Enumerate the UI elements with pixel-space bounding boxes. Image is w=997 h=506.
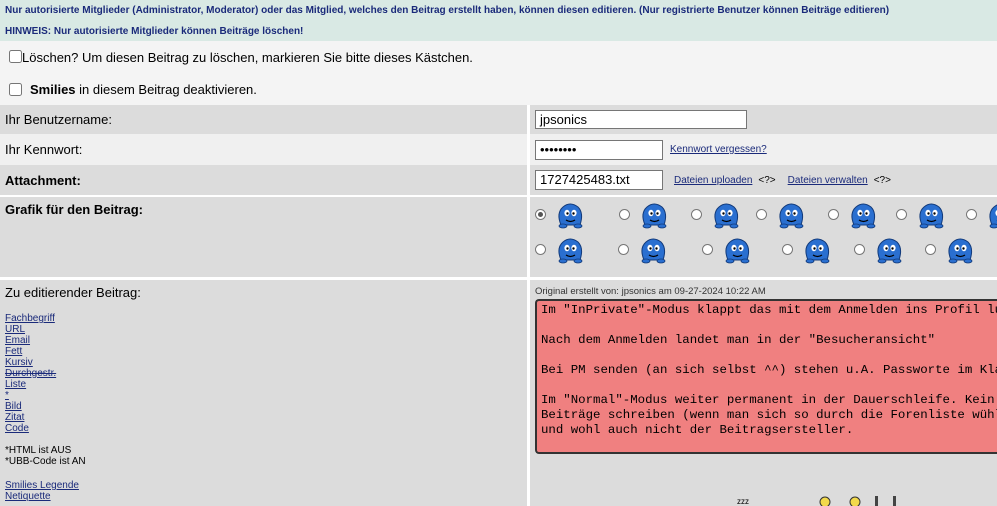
post-line-1: Im "InPrivate"-Modus klappt das mit dem …: [541, 303, 997, 317]
attachment-input[interactable]: 1727425483.txt: [535, 170, 663, 190]
post-icon-radio-3[interactable]: [691, 209, 702, 220]
smiley-icon-7: [989, 204, 997, 229]
username-row: Ihr Benutzername: jpsonics: [0, 105, 997, 134]
post-icon-radio-6[interactable]: [896, 209, 907, 220]
post-icon-radio-4[interactable]: [756, 209, 767, 220]
username-input[interactable]: jpsonics: [535, 110, 747, 129]
post-icon-radio-7[interactable]: [966, 209, 977, 220]
password-row: Ihr Kennwort: •••••••• Kennwort vergesse…: [0, 134, 997, 165]
smilies-label-bold: Smilies: [30, 82, 76, 97]
smiley-icon-12: [877, 238, 902, 264]
post-paragraph-2: Nach dem Anmelden landet man in der "Bes…: [541, 333, 997, 348]
post-line-2: Nach dem Anmelden landet man in der "Bes…: [541, 333, 936, 347]
ubb-link-2[interactable]: URL: [5, 324, 527, 335]
attachment-row: Attachment: 1727425483.txt Dateien uploa…: [0, 165, 997, 195]
post-icon-radio-2[interactable]: [619, 209, 630, 220]
smilies-row: Smilies in diesem Beitrag deaktivieren.: [0, 74, 997, 105]
password-label: Ihr Kennwort:: [5, 142, 83, 157]
username-label: Ihr Benutzername:: [5, 112, 112, 127]
post-line-5: Beiträge schreiben (wenn man sich so dur…: [541, 408, 997, 422]
ubb-link-10[interactable]: Zitat: [5, 412, 527, 423]
smilies-label-rest: in diesem Beitrag deaktivieren.: [75, 82, 257, 97]
post-icon-radio-13[interactable]: [925, 244, 936, 255]
delete-checkbox[interactable]: [9, 50, 22, 63]
password-input[interactable]: ••••••••: [535, 139, 663, 160]
ubb-link-4[interactable]: Fett: [5, 346, 527, 357]
disable-smilies-checkbox[interactable]: [9, 83, 22, 96]
post-paragraph-4: Im "Normal"-Modus weiter permanent in de…: [541, 393, 997, 438]
svg-text:zzz: zzz: [737, 497, 749, 506]
manage-help[interactable]: <?>: [874, 175, 891, 186]
notice-line-edit-rights: Nur autorisierte Mitglieder (Administrat…: [5, 5, 890, 16]
post-icon-radio-11[interactable]: [782, 244, 793, 255]
post-icon-radio-5[interactable]: [828, 209, 839, 220]
html-status: *HTML ist AUS: [5, 445, 72, 456]
post-line-4: Im "Normal"-Modus weiter permanent in de…: [541, 393, 995, 407]
ubb-code-links: Fachbegriff URL Email Fett Kursiv Durchgestr.…: [5, 313, 527, 434]
ubb-link-8[interactable]: *: [5, 390, 527, 401]
delete-row: Löschen? Um diesen Beitrag zu löschen, m…: [0, 41, 997, 74]
forgot-password-link[interactable]: Kennwort vergessen?: [670, 144, 767, 155]
ubb-link-5[interactable]: Kursiv: [5, 357, 527, 368]
smiley-icon-8: [558, 238, 583, 264]
post-paragraph-1: Im "InPrivate"-Modus klappt das mit dem …: [541, 303, 997, 318]
smiley-icon-3: [714, 203, 739, 229]
post-icon-radio-8[interactable]: [535, 244, 546, 255]
post-paragraph-3: Bei PM senden (an sich selbst ^^) stehen…: [541, 363, 997, 378]
post-icon-radio-12[interactable]: [854, 244, 865, 255]
post-line-6: und wohl auch nicht der Beitragserstelle…: [541, 423, 854, 437]
netiquette-link[interactable]: Netiquette: [5, 491, 527, 502]
original-author-info: Original erstellt von: jpsonics am 09-27…: [535, 286, 766, 297]
notice-box: Nur autorisierte Mitglieder (Administrat…: [0, 0, 997, 41]
ubb-link-3[interactable]: Email: [5, 335, 527, 346]
edit-label: Zu editierender Beitrag:: [5, 285, 141, 300]
attachment-label: Attachment:: [5, 172, 81, 188]
smiley-icon-5: [851, 203, 876, 229]
delete-label: Löschen? Um diesen Beitrag zu löschen, m…: [22, 50, 473, 65]
smiley-icon-10: [725, 238, 750, 264]
smilies-legend-link[interactable]: Smilies Legende: [5, 480, 527, 491]
smilies-strip-icon: zzz: [737, 496, 896, 506]
upload-help[interactable]: <?>: [758, 175, 775, 186]
post-textarea[interactable]: Im "InPrivate"-Modus klappt das mit dem …: [535, 299, 997, 454]
ubb-link-9[interactable]: Bild: [5, 401, 527, 412]
ubb-link-7[interactable]: Liste: [5, 379, 527, 390]
post-icon-radio-1[interactable]: [535, 209, 546, 220]
smiley-icon-9: [641, 238, 666, 264]
smiley-icon-4: [779, 203, 804, 229]
post-icon-radio-10[interactable]: [702, 244, 713, 255]
smiley-icon-11: [805, 238, 830, 264]
ubb-status: *UBB-Code ist AN: [5, 456, 86, 467]
post-icon-radio-9[interactable]: [618, 244, 629, 255]
post-line-3: Bei PM senden (an sich selbst ^^) stehen…: [541, 363, 997, 377]
upload-files-link[interactable]: Dateien uploaden: [674, 175, 752, 186]
smiley-icon-13: [948, 238, 973, 264]
ubb-link-11[interactable]: Code: [5, 423, 527, 434]
ubb-link-6[interactable]: Durchgestr.: [5, 368, 527, 379]
notice-line-delete-rights: HINWEIS: Nur autorisierte Mitglieder kön…: [5, 26, 304, 37]
graphic-row: Grafik für den Beitrag:: [0, 195, 997, 277]
edit-row: Zu editierender Beitrag: Fachbegriff URL E…: [0, 277, 997, 506]
smiley-icon-1: [558, 203, 583, 229]
post-icon-picker: [527, 197, 997, 277]
smiley-icon-6: [919, 203, 944, 229]
manage-files-link[interactable]: Dateien verwalten: [788, 175, 868, 186]
graphic-label: Grafik für den Beitrag:: [5, 202, 143, 217]
smiley-icon-2: [642, 203, 667, 229]
ubb-link-1[interactable]: Fachbegriff: [5, 313, 527, 324]
